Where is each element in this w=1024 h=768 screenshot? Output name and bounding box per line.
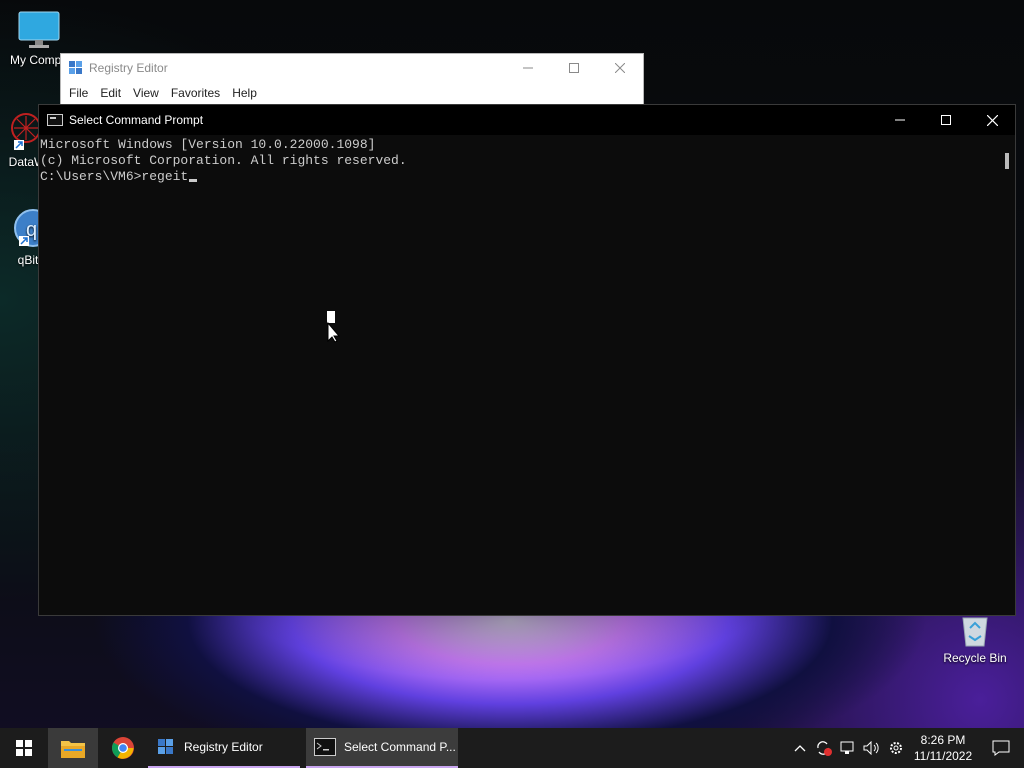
command-prompt-icon (47, 114, 63, 126)
cmd-close-button[interactable] (969, 105, 1015, 135)
registry-editor-window[interactable]: Registry Editor File Edit View Favorites… (60, 53, 644, 105)
taskbar-app-label: Select Command P... (344, 740, 456, 754)
desktop-icon-recycle-bin[interactable]: Recycle Bin (935, 612, 1015, 665)
cmd-title-bar[interactable]: Select Command Prompt (39, 105, 1015, 135)
notification-center-button[interactable] (978, 728, 1024, 768)
text-cursor (189, 179, 198, 182)
cmd-scrollbar[interactable] (999, 135, 1015, 615)
taskbar-command-prompt[interactable]: Select Command P... (306, 728, 458, 768)
taskbar-file-explorer[interactable] (48, 728, 98, 768)
command-prompt-window[interactable]: Select Command Prompt Microsoft Windows … (38, 104, 1016, 616)
monitor-icon (18, 11, 60, 48)
cmd-window-title: Select Command Prompt (69, 113, 204, 127)
cmd-maximize-button[interactable] (923, 105, 969, 135)
sync-error-icon (817, 741, 832, 756)
close-icon (986, 114, 998, 126)
tray-settings[interactable] (884, 728, 908, 768)
registry-maximize-button[interactable] (551, 54, 597, 82)
minimize-icon (895, 119, 905, 121)
cmd-output-line: (c) Microsoft Corporation. All rights re… (40, 153, 407, 168)
close-icon (615, 63, 625, 73)
clock-date: 11/11/2022 (913, 749, 973, 763)
taskbar-app-label: Registry Editor (184, 740, 263, 754)
registry-title-bar[interactable]: Registry Editor (61, 54, 643, 82)
taskbar-clock[interactable]: 8:26 PM 11/11/2022 (908, 732, 978, 764)
scrollbar-thumb[interactable] (1005, 153, 1009, 169)
taskbar-registry-editor[interactable]: Registry Editor (148, 728, 300, 768)
cmd-output-line: Microsoft Windows [Version 10.0.22000.10… (40, 137, 376, 152)
menu-favorites[interactable]: Favorites (165, 84, 226, 102)
registry-close-button[interactable] (597, 54, 643, 82)
maximize-icon (569, 63, 579, 73)
tray-volume[interactable] (860, 728, 884, 768)
taskbar: Registry Editor Select Command P... 8:26… (0, 728, 1024, 768)
tray-network[interactable] (836, 728, 860, 768)
cmd-prompt-line[interactable]: C:\Users\VM6>regeit (40, 169, 999, 185)
notification-icon (992, 740, 1010, 756)
registry-editor-icon (158, 739, 173, 754)
clock-time: 8:26 PM (920, 733, 966, 747)
menu-file[interactable]: File (63, 84, 94, 102)
minimize-icon (523, 67, 533, 69)
mouse-pointer-icon (327, 311, 340, 343)
folder-icon (61, 741, 85, 758)
tray-sync-error[interactable] (812, 728, 836, 768)
windows-logo-icon (16, 740, 32, 756)
menu-view[interactable]: View (127, 84, 165, 102)
registry-editor-icon (69, 61, 82, 74)
chrome-icon (112, 737, 134, 759)
cmd-minimize-button[interactable] (877, 105, 923, 135)
speaker-icon (863, 741, 879, 755)
cmd-console-output[interactable]: Microsoft Windows [Version 10.0.22000.10… (39, 135, 999, 615)
registry-window-title: Registry Editor (89, 61, 168, 75)
datawrapper-icon (11, 113, 40, 150)
network-icon (840, 741, 854, 754)
maximize-icon (941, 115, 951, 125)
desktop-icon-label: Recycle Bin (943, 651, 1007, 665)
cmd-prompt-input[interactable]: C:\Users\VM6>regeit (40, 169, 188, 184)
chevron-up-icon (794, 745, 806, 752)
menu-help[interactable]: Help (226, 84, 263, 102)
start-button[interactable] (0, 728, 48, 768)
command-prompt-icon (314, 738, 336, 756)
recycle-bin-icon (962, 617, 988, 647)
show-hidden-icons-button[interactable] (788, 728, 812, 768)
registry-minimize-button[interactable] (505, 54, 551, 82)
menu-edit[interactable]: Edit (94, 84, 127, 102)
registry-menu-bar: File Edit View Favorites Help (61, 82, 643, 104)
gear-icon (890, 742, 902, 754)
taskbar-chrome[interactable] (98, 728, 148, 768)
